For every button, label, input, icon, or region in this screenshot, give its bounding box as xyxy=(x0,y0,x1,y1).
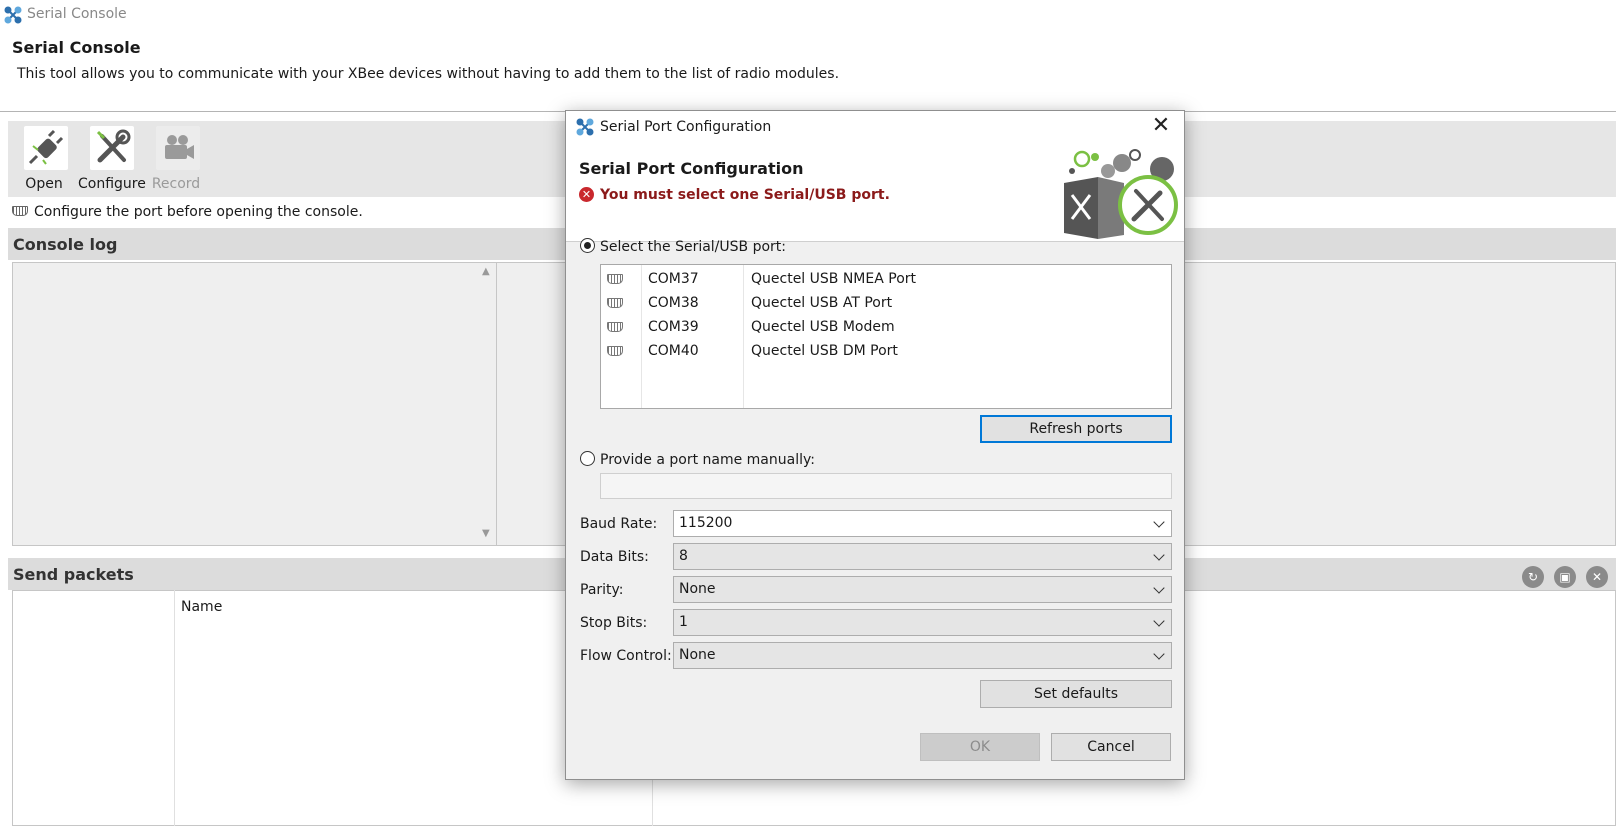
parity-label: Parity: xyxy=(580,582,624,598)
console-log-title: Console log xyxy=(13,235,118,254)
xbee-logo-icon xyxy=(4,6,22,24)
configuration-tools-illustration-icon xyxy=(1064,149,1178,239)
chevron-down-icon xyxy=(1153,648,1165,660)
radio-unchecked-icon xyxy=(580,451,595,466)
app-window-title: Serial Console xyxy=(27,6,127,22)
configure-label: Configure xyxy=(78,176,146,192)
list-item[interactable]: COM37 Quectel USB NMEA Port xyxy=(601,268,1171,292)
port-name: COM37 xyxy=(648,271,699,287)
chevron-down-icon xyxy=(1153,549,1165,561)
status-message: Configure the port before opening the co… xyxy=(34,204,363,220)
page-title: Serial Console xyxy=(12,38,141,57)
serial-port-icon xyxy=(607,346,623,356)
xbee-logo-icon xyxy=(576,118,594,136)
record-button[interactable]: Record xyxy=(144,126,208,194)
manual-port-label: Provide a port name manually: xyxy=(600,452,815,468)
open-button[interactable]: Open xyxy=(12,126,76,194)
chevron-down-icon xyxy=(1153,615,1165,627)
port-list[interactable]: COM37 Quectel USB NMEA Port COM38 Quecte… xyxy=(600,264,1172,409)
port-name: COM38 xyxy=(648,295,699,311)
manual-port-input[interactable] xyxy=(600,473,1172,499)
serial-port-icon xyxy=(12,206,28,216)
stop-bits-select[interactable]: 1 xyxy=(673,609,1172,636)
page-description: This tool allows you to communicate with… xyxy=(17,66,840,82)
send-column-divider xyxy=(174,590,175,826)
error-text: You must select one Serial/USB port. xyxy=(600,187,890,203)
port-description: Quectel USB DM Port xyxy=(751,343,898,359)
select-port-radio[interactable]: Select the Serial/USB port: xyxy=(580,238,786,255)
configure-button[interactable]: Configure xyxy=(78,126,146,194)
console-divider xyxy=(496,262,497,546)
port-description: Quectel USB NMEA Port xyxy=(751,271,917,287)
save-icon[interactable]: ▣ xyxy=(1554,566,1576,588)
close-icon[interactable]: ✕ xyxy=(1148,113,1174,139)
stop-bits-value: 1 xyxy=(679,614,688,630)
dialog-header: Serial Port Configuration ✕ You must sele… xyxy=(566,143,1184,242)
select-port-label: Select the Serial/USB port: xyxy=(600,239,786,255)
send-packets-title: Send packets xyxy=(13,565,134,584)
tools-icon xyxy=(90,126,134,170)
chevron-down-icon xyxy=(1153,516,1165,528)
serial-port-icon xyxy=(607,322,623,332)
dialog-window-title: Serial Port Configuration xyxy=(600,119,772,135)
error-message: ✕ You must select one Serial/USB port. xyxy=(579,187,890,203)
refresh-ports-button[interactable]: Refresh ports xyxy=(980,415,1172,443)
scroll-down-icon[interactable]: ▼ xyxy=(482,528,490,539)
serial-port-icon xyxy=(607,274,623,284)
stop-bits-label: Stop Bits: xyxy=(580,615,648,631)
port-name: COM40 xyxy=(648,343,699,359)
baud-rate-label: Baud Rate: xyxy=(580,516,658,532)
clear-icon[interactable]: ✕ xyxy=(1586,566,1608,588)
camera-icon xyxy=(156,126,200,170)
app-titlebar: Serial Console xyxy=(0,0,1616,30)
flow-control-label: Flow Control: xyxy=(580,648,672,664)
flow-control-value: None xyxy=(679,647,716,663)
record-label: Record xyxy=(151,176,201,192)
serial-port-configuration-dialog: Serial Port Configuration ✕ Serial Port … xyxy=(565,110,1185,780)
list-item[interactable]: COM39 Quectel USB Modem xyxy=(601,316,1171,340)
port-description: Quectel USB Modem xyxy=(751,319,895,335)
list-item[interactable]: COM38 Quectel USB AT Port xyxy=(601,292,1171,316)
cancel-button[interactable]: Cancel xyxy=(1051,733,1171,761)
serial-port-icon xyxy=(607,298,623,308)
data-bits-value: 8 xyxy=(679,548,688,564)
parity-select[interactable]: None xyxy=(673,576,1172,603)
parity-value: None xyxy=(679,581,716,597)
port-name: COM39 xyxy=(648,319,699,335)
plug-icon xyxy=(24,126,68,170)
dialog-heading: Serial Port Configuration xyxy=(579,159,804,178)
radio-checked-icon xyxy=(580,238,595,253)
ok-button[interactable]: OK xyxy=(920,733,1040,761)
baud-rate-select[interactable]: 115200 xyxy=(673,510,1172,537)
load-icon[interactable]: ↻ xyxy=(1522,566,1544,588)
baud-rate-value: 115200 xyxy=(679,515,733,531)
flow-control-select[interactable]: None xyxy=(673,642,1172,669)
manual-port-radio[interactable]: Provide a port name manually: xyxy=(580,451,815,468)
open-label: Open xyxy=(25,176,63,192)
list-item[interactable]: COM40 Quectel USB DM Port xyxy=(601,340,1171,364)
port-description: Quectel USB AT Port xyxy=(751,295,893,311)
set-defaults-button[interactable]: Set defaults xyxy=(980,680,1172,708)
data-bits-select[interactable]: 8 xyxy=(673,543,1172,570)
status-line: Configure the port before opening the co… xyxy=(12,204,363,220)
send-packets-column-name: Name xyxy=(181,599,223,615)
error-icon: ✕ xyxy=(579,187,594,202)
scroll-up-icon[interactable]: ▲ xyxy=(482,266,490,277)
dialog-titlebar: Serial Port Configuration ✕ xyxy=(566,111,1184,143)
chevron-down-icon xyxy=(1153,582,1165,594)
data-bits-label: Data Bits: xyxy=(580,549,649,565)
